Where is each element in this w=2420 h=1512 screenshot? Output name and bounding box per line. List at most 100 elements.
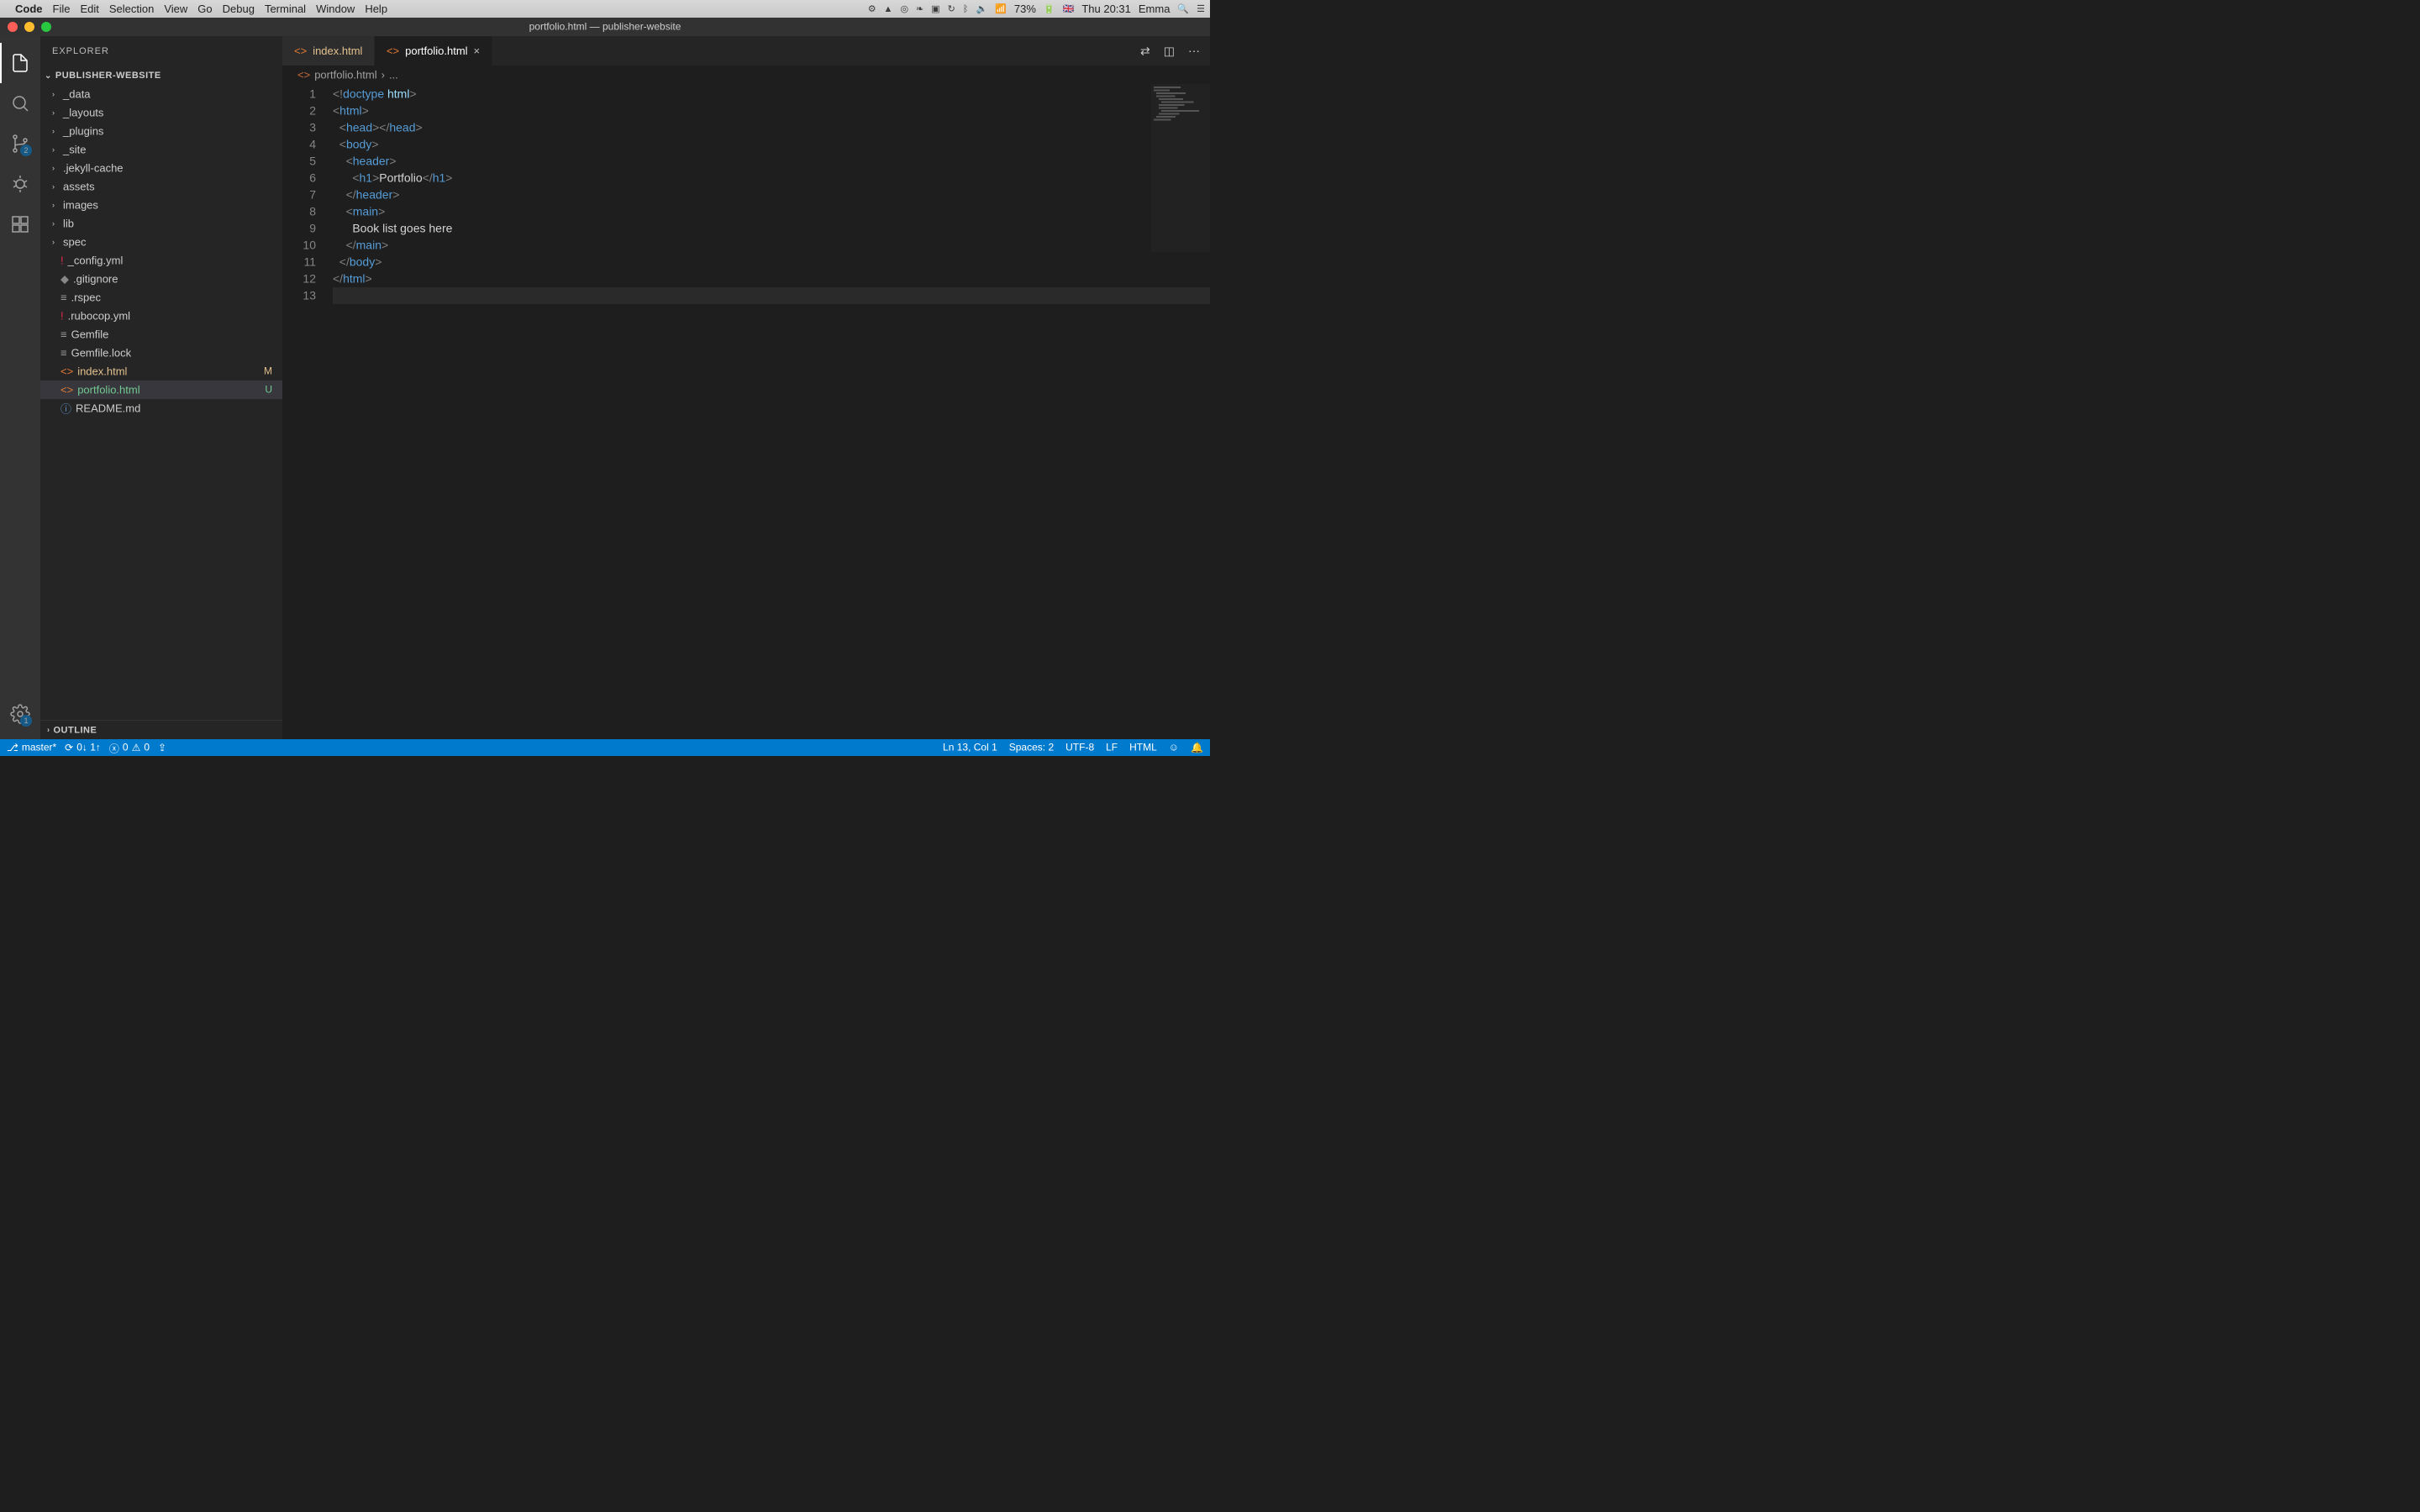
folder-name: _plugins: [63, 124, 103, 138]
flag-icon[interactable]: 🇬🇧: [1063, 3, 1075, 14]
chevron-right-icon: ›: [52, 108, 60, 118]
activity-explorer[interactable]: [0, 43, 40, 83]
file-item[interactable]: <>portfolio.htmlU: [40, 381, 282, 399]
menubar-flame-icon[interactable]: ▲: [884, 3, 893, 14]
minimap[interactable]: [1151, 84, 1210, 252]
window-minimize-button[interactable]: [24, 22, 34, 32]
activity-source-control[interactable]: 2: [0, 123, 40, 164]
split-editor-icon[interactable]: ◫: [1164, 44, 1175, 58]
chevron-right-icon: ›: [47, 726, 50, 735]
battery-icon[interactable]: 🔋: [1044, 3, 1055, 14]
compare-changes-icon[interactable]: ⇄: [1140, 44, 1150, 58]
feedback-icon[interactable]: ☺: [1169, 742, 1179, 753]
folder-item[interactable]: ›_site: [40, 140, 282, 159]
git-sync-status[interactable]: ⟳ 0↓ 1↑: [65, 742, 101, 754]
spotlight-icon[interactable]: 🔍: [1177, 3, 1189, 14]
folder-name: _site: [63, 143, 86, 156]
menubar-evernote-icon[interactable]: ❧: [916, 3, 923, 14]
clock[interactable]: Thu 20:31: [1081, 3, 1131, 16]
code-content[interactable]: <!doctype html><html> <head></head> <bod…: [333, 84, 1210, 739]
git-status-letter: M: [264, 365, 272, 377]
activity-settings[interactable]: 1: [0, 694, 40, 734]
folder-name: _layouts: [63, 106, 103, 119]
chevron-right-icon: ›: [52, 219, 60, 228]
breadcrumb[interactable]: <> portfolio.html › ...: [282, 66, 1210, 84]
menu-debug[interactable]: Debug: [223, 3, 255, 16]
notifications-icon[interactable]: 🔔: [1191, 742, 1203, 754]
menubar-app-icon[interactable]: ▣: [931, 3, 939, 14]
menubar-list-icon[interactable]: ☰: [1197, 3, 1205, 14]
file-item[interactable]: <>index.htmlM: [40, 362, 282, 381]
code-editor[interactable]: 12345678910111213 <!doctype html><html> …: [282, 84, 1210, 739]
git-branch-status[interactable]: ⎇ master*: [7, 742, 56, 754]
folder-item[interactable]: ›_data: [40, 85, 282, 103]
warning-icon: ⚠: [132, 742, 141, 754]
close-tab-icon[interactable]: ×: [474, 45, 481, 58]
editor-tab[interactable]: <>portfolio.html×: [375, 36, 492, 66]
folder-item[interactable]: ›.jekyll-cache: [40, 159, 282, 177]
bluetooth-icon[interactable]: ᛒ: [963, 3, 969, 14]
menubar-app-name[interactable]: Code: [15, 3, 43, 16]
window-title: portfolio.html — publisher-website: [529, 21, 681, 33]
file-item[interactable]: ⓘREADME.md: [40, 399, 282, 417]
wifi-icon[interactable]: 📶: [995, 3, 1007, 14]
file-item[interactable]: ◆.gitignore: [40, 270, 282, 288]
window-close-button[interactable]: [8, 22, 18, 32]
git-status-letter: U: [265, 384, 272, 396]
language-mode[interactable]: HTML: [1129, 742, 1157, 753]
html-file-icon: <>: [294, 45, 307, 58]
menubar-circle-icon[interactable]: ◎: [900, 3, 908, 14]
html-file-icon: <>: [60, 365, 73, 378]
file-item[interactable]: ≡.rspec: [40, 288, 282, 307]
encoding-status[interactable]: UTF-8: [1065, 742, 1094, 753]
folder-item[interactable]: ›lib: [40, 214, 282, 233]
bug-icon: [10, 174, 30, 194]
activity-bar: 2 1: [0, 36, 40, 739]
menu-window[interactable]: Window: [316, 3, 355, 16]
outline-label: OUTLINE: [54, 724, 97, 735]
window-maximize-button[interactable]: [41, 22, 51, 32]
menu-view[interactable]: View: [164, 3, 187, 16]
folder-item[interactable]: ›spec: [40, 233, 282, 251]
user-name[interactable]: Emma: [1139, 3, 1171, 16]
cursor-position[interactable]: Ln 13, Col 1: [943, 742, 997, 753]
menu-edit[interactable]: Edit: [80, 3, 98, 16]
info-file-icon: ⓘ: [60, 401, 71, 417]
settings-badge: 1: [20, 715, 32, 727]
eol-status[interactable]: LF: [1106, 742, 1118, 753]
problems-status[interactable]: ⓧ 0 ⚠ 0: [109, 740, 150, 755]
folder-item[interactable]: ›assets: [40, 177, 282, 196]
menu-terminal[interactable]: Terminal: [265, 3, 306, 16]
battery-percent[interactable]: 73%: [1014, 3, 1036, 16]
text-file-icon: ≡: [60, 291, 67, 304]
file-item[interactable]: ≡Gemfile: [40, 325, 282, 344]
live-share-icon[interactable]: ⇪: [158, 742, 166, 754]
folder-item[interactable]: ›_plugins: [40, 122, 282, 140]
file-item[interactable]: !.rubocop.yml: [40, 307, 282, 325]
chevron-right-icon: ›: [52, 145, 60, 155]
folder-item[interactable]: ›_layouts: [40, 103, 282, 122]
chevron-right-icon: ›: [52, 201, 60, 210]
folder-item[interactable]: ›images: [40, 196, 282, 214]
outline-section[interactable]: › OUTLINE: [40, 720, 282, 739]
activity-extensions[interactable]: [0, 204, 40, 244]
line-number: 7: [282, 186, 316, 203]
more-actions-icon[interactable]: ⋯: [1188, 44, 1200, 58]
indentation-status[interactable]: Spaces: 2: [1009, 742, 1054, 753]
menubar-timemachine-icon[interactable]: ↻: [948, 3, 955, 14]
sidebar-project-section[interactable]: ⌄ PUBLISHER-WEBSITE: [40, 66, 282, 85]
activity-debug[interactable]: [0, 164, 40, 204]
menu-file[interactable]: File: [53, 3, 71, 16]
error-icon: ⓧ: [109, 740, 119, 755]
editor-tab[interactable]: <>index.html: [282, 36, 375, 66]
code-line: </header>: [333, 186, 1210, 203]
volume-icon[interactable]: 🔈: [976, 3, 987, 14]
menu-go[interactable]: Go: [197, 3, 212, 16]
vscode-titlebar: portfolio.html — publisher-website: [0, 18, 1210, 36]
menubar-tray-icon[interactable]: ⚙: [868, 3, 876, 14]
file-item[interactable]: ≡Gemfile.lock: [40, 344, 282, 362]
menu-help[interactable]: Help: [365, 3, 387, 16]
activity-search[interactable]: [0, 83, 40, 123]
menu-selection[interactable]: Selection: [109, 3, 154, 16]
file-item[interactable]: !_config.yml: [40, 251, 282, 270]
